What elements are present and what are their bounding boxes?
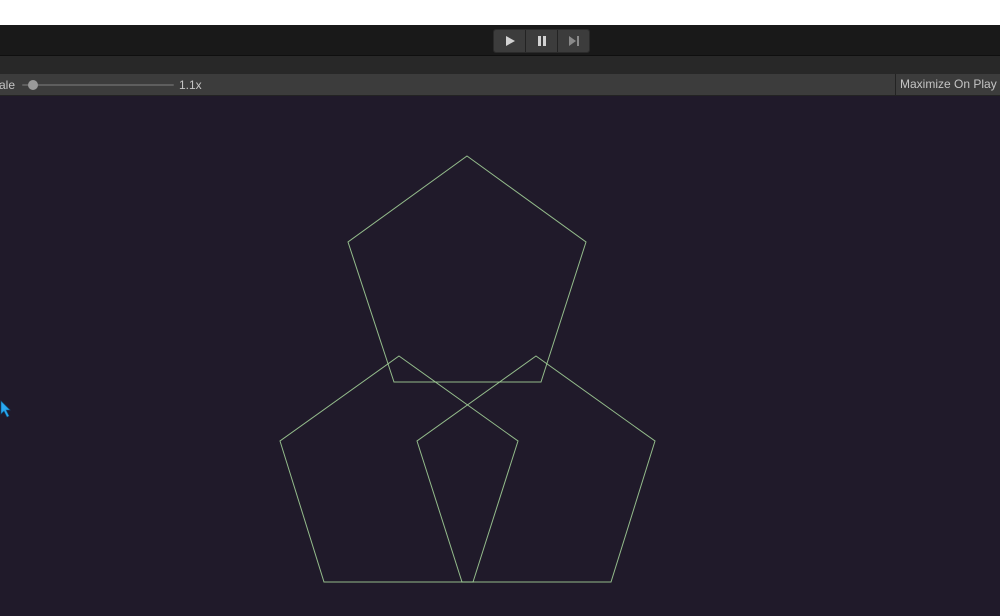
pause-button[interactable] — [526, 30, 558, 52]
game-view-toolbar: ale 1.1x Maximize On Play — [0, 74, 1000, 96]
scale-value: 1.1x — [179, 78, 202, 92]
pointer-cursor-icon — [0, 400, 11, 418]
step-icon — [568, 36, 579, 46]
step-button[interactable] — [558, 30, 589, 52]
scale-slider[interactable] — [22, 78, 174, 92]
pentagon-bottom-left — [279, 355, 519, 583]
pause-icon — [537, 36, 546, 46]
play-mode-toolbar — [0, 25, 1000, 56]
pentagon-top — [347, 155, 587, 383]
tab-strip — [0, 56, 1000, 74]
game-scene — [279, 155, 656, 583]
pentagon-bottom-right — [416, 355, 656, 583]
scale-label: ale — [0, 78, 16, 92]
play-button[interactable] — [494, 30, 526, 52]
play-icon — [505, 36, 515, 46]
scale-slider-thumb[interactable] — [27, 80, 38, 90]
scale-slider-track — [22, 84, 174, 86]
game-view[interactable] — [0, 96, 1000, 616]
maximize-on-play-button[interactable]: Maximize On Play — [895, 74, 1000, 95]
play-controls — [493, 29, 590, 53]
window-top-strip — [0, 0, 1000, 25]
